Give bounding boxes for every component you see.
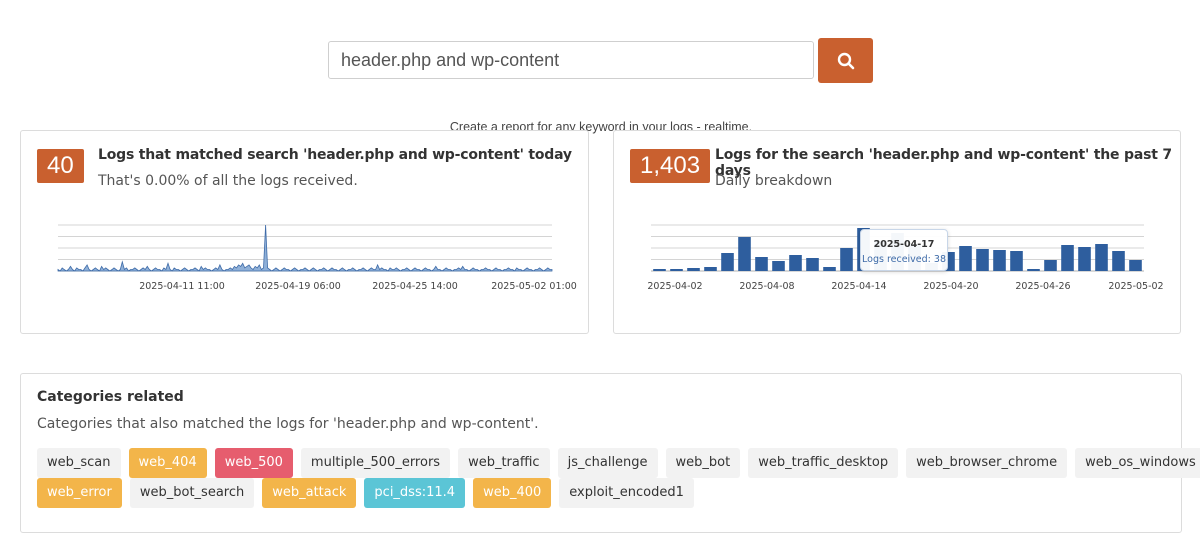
category-tag[interactable]: web_os_windows <box>1075 448 1200 478</box>
category-tag[interactable]: web_traffic_desktop <box>748 448 899 478</box>
search-area: Create a report for any keyword in your … <box>328 38 874 134</box>
tag-row: web_error web_bot_search web_attack pci_dss… <box>37 478 1167 508</box>
category-tag[interactable]: web_scan <box>37 448 121 478</box>
category-tag[interactable]: web_500 <box>214 448 293 478</box>
category-tag[interactable]: web_404 <box>128 448 207 478</box>
category-tag[interactable]: js_challenge <box>557 448 658 478</box>
tooltip-value: Logs received: 38 <box>862 254 946 265</box>
x-tick-label: 2025-04-26 <box>1015 281 1070 292</box>
x-tick-label: 2025-04-25 14:00 <box>372 281 458 292</box>
bar[interactable] <box>789 255 802 271</box>
tooltip-date: 2025-04-17 <box>873 239 935 250</box>
bar[interactable] <box>959 246 972 271</box>
search-input[interactable] <box>328 41 814 79</box>
category-tag[interactable]: web_bot <box>665 448 741 478</box>
bar[interactable] <box>806 258 819 271</box>
category-tag[interactable]: web_bot_search <box>129 478 255 508</box>
bar[interactable] <box>1129 260 1142 271</box>
bar[interactable] <box>1112 251 1125 271</box>
category-tag[interactable]: pci_dss:11.4 <box>364 478 466 508</box>
bar[interactable] <box>976 249 989 271</box>
search-icon <box>837 52 854 69</box>
tag-row: web_scan web_404 web_500 multiple_500_error… <box>37 448 1200 478</box>
bar[interactable] <box>670 269 683 271</box>
search-button[interactable] <box>818 38 873 83</box>
category-tag[interactable]: multiple_500_errors <box>300 448 451 478</box>
category-tag[interactable]: web_browser_chrome <box>906 448 1068 478</box>
category-tag[interactable]: web_400 <box>473 478 552 508</box>
chart-tooltip: 2025-04-17 Logs received: 38 <box>860 229 948 271</box>
bar[interactable] <box>840 248 853 271</box>
bar[interactable] <box>823 267 836 271</box>
categories-card: Categories related Categories that also … <box>20 373 1200 533</box>
category-tag[interactable]: web_attack <box>262 478 357 508</box>
bar[interactable] <box>1078 247 1091 271</box>
bar[interactable] <box>1044 260 1057 271</box>
week-card: 1,403 Logs for the search 'header.php an… <box>613 130 1181 334</box>
x-tick-label: 2025-04-08 <box>739 281 794 292</box>
bar[interactable] <box>755 257 768 271</box>
today-chart: 2025-04-11 11:00 2025-04-19 06:00 2025-04-… <box>57 224 577 292</box>
today-card: 40 Logs that matched search 'header.php … <box>20 130 589 334</box>
x-tick-label: 2025-04-02 <box>647 281 702 292</box>
category-tag[interactable]: exploit_encoded1 <box>559 478 694 508</box>
bar[interactable] <box>1095 244 1108 271</box>
category-tag[interactable]: web_error <box>37 478 122 508</box>
bar[interactable] <box>1061 245 1074 271</box>
bar[interactable] <box>993 250 1006 271</box>
x-tick-label: 2025-04-19 06:00 <box>255 281 341 292</box>
bar[interactable] <box>738 237 751 271</box>
categories-subtitle: Categories that also matched the logs fo… <box>37 416 539 432</box>
categories-title: Categories related <box>37 389 184 405</box>
bar[interactable] <box>1027 269 1040 271</box>
bar[interactable] <box>704 267 717 271</box>
bar[interactable] <box>721 253 734 271</box>
bar[interactable] <box>772 261 785 271</box>
x-tick-label: 2025-04-14 <box>831 281 886 292</box>
x-tick-label: 2025-05-02 01:00 <box>491 281 577 292</box>
category-tag[interactable]: web_traffic <box>458 448 550 478</box>
bar[interactable] <box>653 269 666 271</box>
x-tick-label: 2025-05-02 <box>1108 281 1163 292</box>
x-tick-label: 2025-04-11 11:00 <box>139 281 225 292</box>
x-tick-label: 2025-04-20 <box>923 281 978 292</box>
category-tags: web_scan web_404 web_500 multiple_500_error… <box>37 448 1200 508</box>
bar[interactable] <box>687 268 700 271</box>
bar[interactable] <box>1010 251 1023 271</box>
